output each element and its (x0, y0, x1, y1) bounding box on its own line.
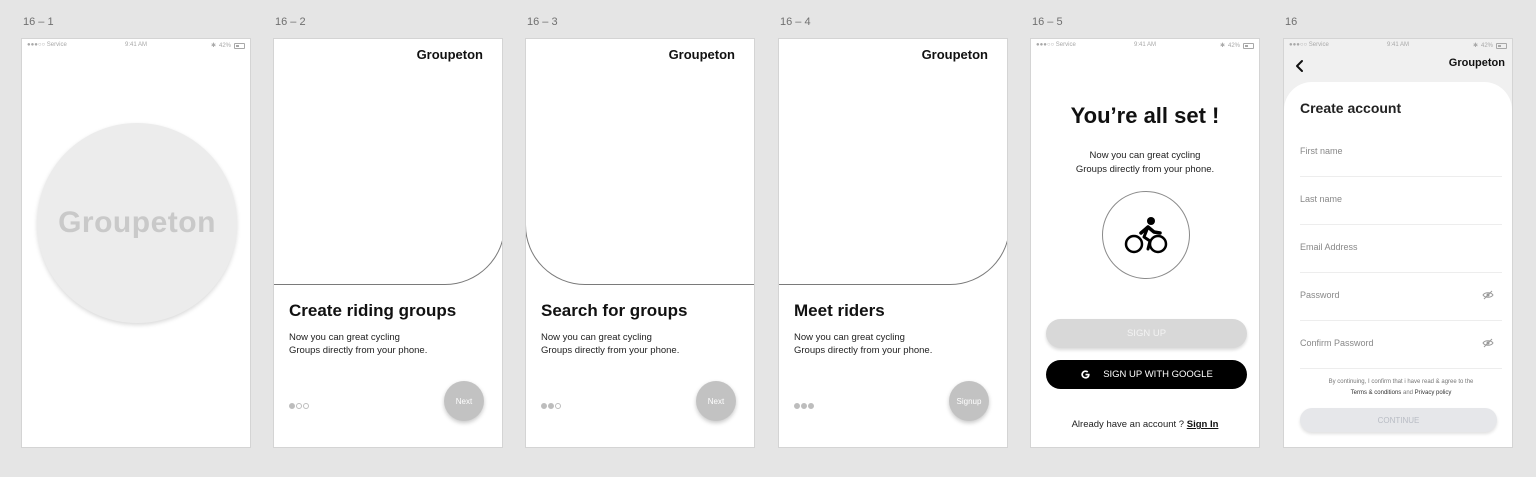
terms-link[interactable]: Terms & conditions (1351, 390, 1402, 396)
page-dot (303, 403, 309, 409)
continue-button[interactable]: CONTINUE (1300, 408, 1497, 432)
onboarding-description: Now you can great cycling Groups directl… (794, 331, 932, 357)
description-line: Now you can great cycling (289, 332, 400, 343)
consent-links: Terms & conditions and Privacy policy (1300, 388, 1502, 399)
signup-button[interactable]: SIGN UP (1046, 319, 1247, 348)
create-account-title: Create account (1300, 100, 1402, 116)
email-placeholder: Email Address (1300, 242, 1358, 252)
onboarding-screen-2: Groupeton Search for groups Now you can … (525, 38, 755, 448)
google-icon (1081, 370, 1090, 379)
last-name-placeholder: Last name (1300, 194, 1343, 204)
bike-icon-circle (1102, 191, 1190, 279)
status-right: ✱ 42% (1473, 42, 1507, 49)
artboard-label-16-3: 16 – 3 (527, 16, 558, 28)
description-line: Groups directly from your phone. (1075, 164, 1215, 175)
battery-percent: 42% (1227, 42, 1240, 49)
onboarding-screen-3: Groupeton Meet riders Now you can great … (778, 38, 1008, 448)
confirm-password-field[interactable]: Confirm Password (1300, 338, 1502, 369)
password-placeholder: Password (1300, 290, 1340, 300)
page-dot-active (289, 403, 295, 409)
status-bar: ●●●○○ Service 9:41 AM ✱ 42% (1031, 42, 1259, 52)
google-signup-label: SIGN UP WITH GOOGLE (1103, 369, 1213, 380)
signin-prompt: Already have an account ? Sign In (1031, 419, 1259, 430)
next-button[interactable]: Next (444, 381, 484, 421)
bluetooth-icon: ✱ (1219, 43, 1225, 49)
description-line: Now you can great cycling (541, 332, 652, 343)
brand-title: Groupeton (668, 47, 735, 62)
battery-percent: 42% (218, 42, 231, 49)
page-indicator (794, 403, 814, 409)
privacy-link[interactable]: Privacy policy (1415, 390, 1452, 396)
onboarding-title: Create riding groups (289, 301, 457, 320)
welcome-screen: ●●●○○ Service 9:41 AM ✱ 42% You’re all s… (1030, 38, 1260, 448)
description-line: Groups directly from your phone. (289, 345, 428, 356)
page-dot (296, 403, 302, 409)
password-field[interactable]: Password (1300, 290, 1502, 321)
google-signup-button[interactable]: SIGN UP WITH GOOGLE (1046, 360, 1247, 389)
welcome-description: Now you can great cycling Groups directl… (1031, 149, 1259, 177)
battery-icon (1496, 42, 1507, 49)
splash-screen: ●●●○○ Service 9:41 AM ✱ 42% Groupeton (21, 38, 251, 448)
description-line: Now you can great cycling (1089, 150, 1201, 161)
page-indicator (541, 403, 561, 409)
onboarding-title: Search for groups (541, 301, 688, 320)
artboard-label-16-4: 16 – 4 (780, 16, 811, 28)
artboard-label-16-1: 16 – 1 (23, 16, 54, 28)
bicycle-icon (1124, 217, 1168, 254)
and-text: and (1402, 390, 1413, 396)
description-line: Groups directly from your phone. (794, 345, 933, 356)
back-arrow-icon[interactable] (1294, 59, 1306, 73)
description-line: Now you can great cycling (794, 332, 905, 343)
status-right: ✱ 42% (1220, 42, 1254, 49)
status-right: ✱ 42% (211, 42, 245, 49)
status-bar: ●●●○○ Service 9:41 AM ✱ 42% (22, 42, 250, 52)
page-indicator (289, 403, 309, 409)
battery-percent: 42% (1480, 42, 1493, 49)
create-account-screen: ●●●○○ Service 9:41 AM ✱ 42% Groupeton Cr… (1283, 38, 1513, 448)
artboard-label-16: 16 (1285, 16, 1298, 28)
confirm-password-placeholder: Confirm Password (1300, 338, 1374, 348)
battery-icon (1243, 42, 1254, 49)
page-dot (555, 403, 561, 409)
brand-title: Groupeton (921, 47, 988, 62)
hero-image-area (779, 39, 1007, 285)
next-button[interactable]: Next (696, 381, 736, 421)
signin-prompt-text: Already have an account ? (1071, 419, 1185, 430)
eye-off-icon[interactable] (1482, 338, 1494, 348)
welcome-title: You’re all set ! (1070, 103, 1220, 128)
onboarding-title: Meet riders (794, 301, 885, 320)
email-field[interactable]: Email Address (1300, 242, 1502, 273)
onboarding-description: Now you can great cycling Groups directl… (289, 331, 427, 357)
artboard-label-16-2: 16 – 2 (275, 16, 306, 28)
hero-image-area (274, 39, 502, 285)
brand-title: Groupeton (1448, 57, 1505, 69)
brand-title: Groupeton (416, 47, 483, 62)
splash-logo: Groupeton (58, 206, 216, 239)
consent-line: By continuing, I confirm that i have rea… (1328, 379, 1474, 385)
consent-text: By continuing, I confirm that i have rea… (1300, 377, 1502, 399)
description-line: Groups directly from your phone. (541, 345, 680, 356)
last-name-field[interactable]: Last name (1300, 194, 1502, 225)
eye-off-icon[interactable] (1482, 290, 1494, 300)
artboard-label-16-5: 16 – 5 (1032, 16, 1063, 28)
battery-icon (234, 42, 245, 49)
first-name-placeholder: First name (1300, 146, 1343, 156)
status-bar: ●●●○○ Service 9:41 AM ✱ 42% (1284, 42, 1512, 52)
onboarding-screen-1: Groupeton Create riding groups Now you c… (273, 38, 503, 448)
page-dot-active (548, 403, 554, 409)
signin-link[interactable]: Sign In (1187, 419, 1219, 430)
signup-button[interactable]: Signup (949, 381, 989, 421)
page-dot-active (541, 403, 547, 409)
onboarding-description: Now you can great cycling Groups directl… (541, 331, 679, 357)
first-name-field[interactable]: First name (1300, 146, 1502, 177)
bluetooth-icon: ✱ (1472, 43, 1478, 49)
page-dot-active (794, 403, 800, 409)
page-dot-active (801, 403, 807, 409)
page-dot-active (808, 403, 814, 409)
splash-logo-circle: Groupeton (37, 123, 237, 323)
hero-image-area (526, 39, 754, 285)
bluetooth-icon: ✱ (210, 43, 216, 49)
